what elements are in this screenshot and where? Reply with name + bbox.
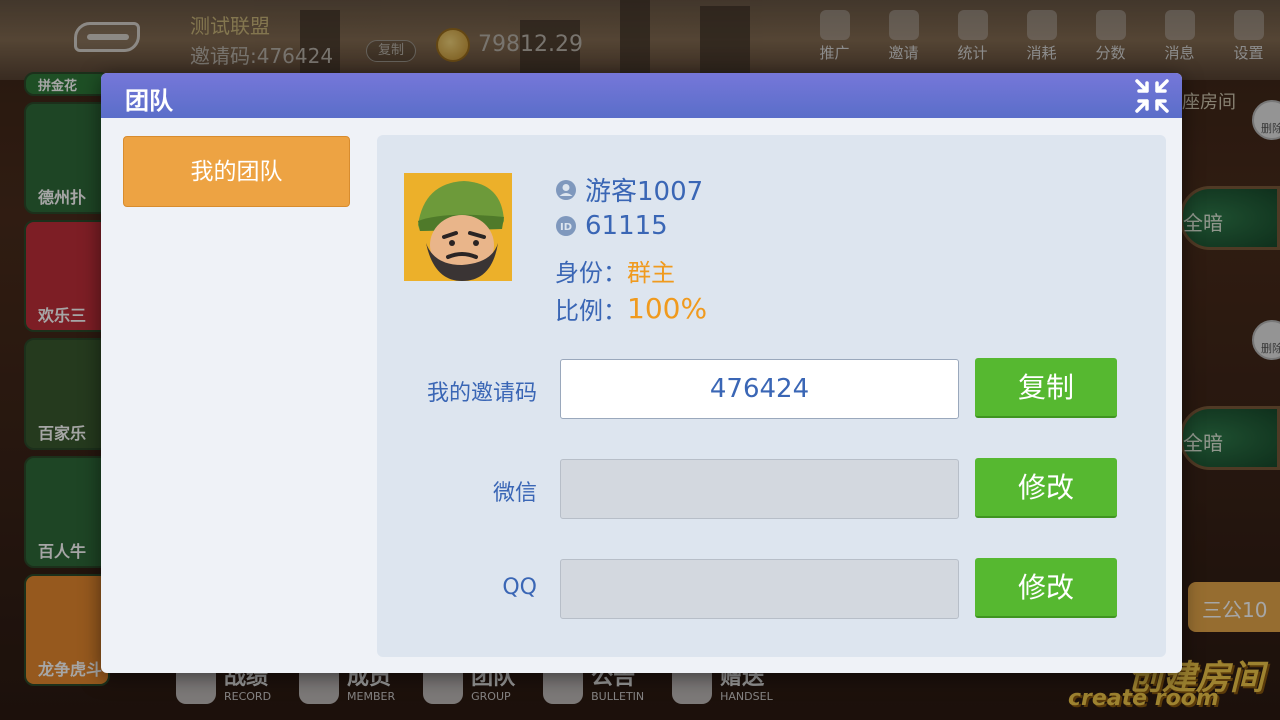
invite-code-label: 我的邀请码 [426, 381, 537, 406]
ratio-row: 比例： 100% [555, 291, 707, 326]
copy-button[interactable]: 复制 [975, 358, 1117, 418]
user-icon [555, 179, 577, 201]
nickname-row: 游客1007 [555, 171, 703, 208]
user-id-row: ID 61115 [555, 211, 668, 241]
invite-code-field: 476424 [560, 359, 959, 419]
dialog-title: 团队 [125, 87, 173, 115]
avatar [404, 173, 512, 281]
team-content-panel: 游客1007 ID 61115 身份： 群主 比例： 100% 我的邀请码 47… [377, 135, 1166, 657]
tab-my-team[interactable]: 我的团队 [123, 136, 350, 207]
ratio-label: 比例： [555, 297, 627, 325]
edit-wechat-button[interactable]: 修改 [975, 458, 1117, 518]
id-icon: ID [555, 215, 577, 237]
user-id: 61115 [585, 211, 668, 241]
wechat-label: 微信 [492, 481, 537, 506]
ratio-value: 100% [627, 292, 708, 325]
team-dialog: 团队 我的团队 游客1007 ID 61115 身份： 群主 比例： 100% … [101, 73, 1182, 673]
qq-label: QQ [502, 575, 537, 600]
qq-field[interactable] [560, 559, 959, 619]
role-value: 群主 [627, 259, 675, 287]
nickname: 游客1007 [585, 177, 704, 207]
collapse-icon[interactable] [1134, 78, 1170, 114]
role-row: 身份： 群主 [555, 253, 675, 288]
dialog-header: 团队 [101, 73, 1182, 118]
svg-text:ID: ID [560, 222, 572, 233]
role-label: 身份： [555, 259, 627, 287]
edit-qq-button[interactable]: 修改 [975, 558, 1117, 618]
wechat-field[interactable] [560, 459, 959, 519]
